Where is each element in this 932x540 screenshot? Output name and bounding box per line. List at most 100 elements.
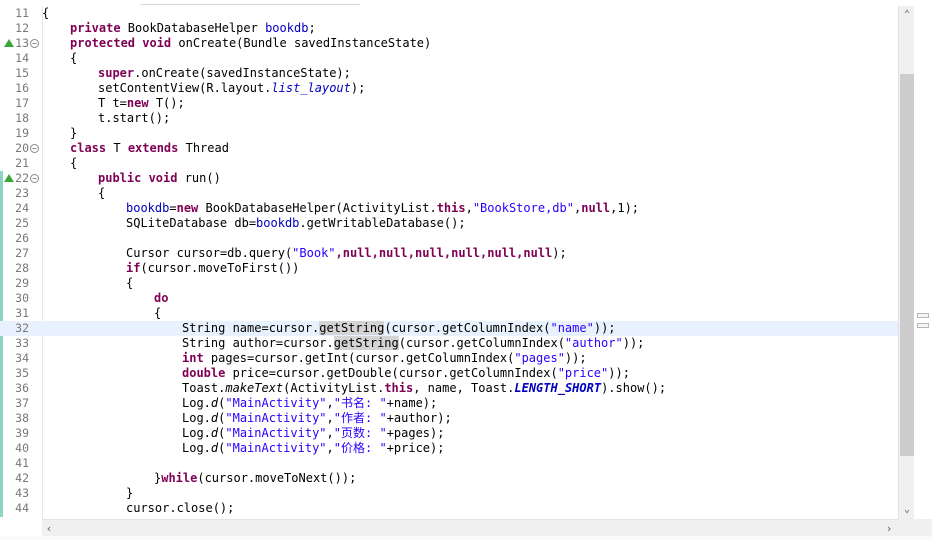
code-editor[interactable]: 11 { 12 private BookDatabaseHelper bookd…: [0, 0, 932, 540]
code-line-35[interactable]: 35 double price=cursor.getDouble(cursor.…: [0, 366, 898, 381]
code-line-19[interactable]: 19 }: [0, 126, 898, 141]
fold-collapse-icon[interactable]: [30, 174, 39, 183]
code-text: ));: [608, 366, 630, 380]
line-number: 33: [15, 336, 29, 350]
vertical-scroll-thumb[interactable]: [900, 74, 914, 456]
code-line-42[interactable]: 42 }while(cursor.moveToNext());: [0, 471, 898, 486]
line-number: 27: [15, 246, 29, 260]
code-text: .onCreate(savedInstanceState);: [134, 66, 351, 80]
code-line-27[interactable]: 27 Cursor cursor=db.query("Book",null,nu…: [0, 246, 898, 261]
code-line-30[interactable]: 30 do: [0, 291, 898, 306]
code-line-15[interactable]: 15 super.onCreate(savedInstanceState);: [0, 66, 898, 81]
code-line-11[interactable]: 11 {: [0, 6, 898, 21]
code-line-18[interactable]: 18 t.start();: [0, 111, 898, 126]
code-line-38[interactable]: 38 Log.d("MainActivity","作者: "+author);: [0, 411, 898, 426]
tab-edge: [140, 0, 360, 5]
keyword: extends: [127, 141, 186, 155]
keyword: if: [126, 261, 141, 275]
line-number: 34: [15, 351, 29, 365]
code-text: +author);: [386, 411, 452, 425]
code-text: (cursor.getColumnIndex(: [398, 336, 565, 350]
line-number: 39: [15, 426, 29, 440]
code-line-21[interactable]: 21 {: [0, 156, 898, 171]
code-line-24[interactable]: 24 bookdb=new BookDatabaseHelper(Activit…: [0, 201, 898, 216]
code-line-31[interactable]: 31 {: [0, 306, 898, 321]
override-arrow-icon[interactable]: [4, 39, 14, 47]
code-line-22[interactable]: 22 public void run(): [0, 171, 898, 186]
scroll-up-icon[interactable]: ⌃: [900, 8, 914, 22]
line-number: 12: [15, 21, 29, 35]
line-number: 20: [15, 141, 29, 155]
line-number: 37: [15, 396, 29, 410]
code-line-26[interactable]: 26: [0, 231, 898, 246]
code-text: ,: [465, 201, 473, 215]
occurrence-highlight: getString: [333, 336, 399, 350]
code-line-33[interactable]: 33 String author=cursor.getString(cursor…: [0, 336, 898, 351]
overview-ruler[interactable]: [914, 6, 932, 519]
line-number: 31: [15, 306, 29, 320]
code-text: T t=: [98, 96, 127, 110]
keyword: private: [70, 21, 128, 35]
code-line-44[interactable]: 44 cursor.close();: [0, 501, 898, 516]
occurrence-mark-icon[interactable]: [917, 313, 929, 318]
string-literal: "作者: ": [333, 411, 387, 425]
string-literal: "author": [564, 336, 623, 350]
code-line-16[interactable]: 16 setContentView(R.layout.list_layout);: [0, 81, 898, 96]
scroll-right-icon[interactable]: ›: [882, 522, 896, 536]
code-text: Thread: [185, 141, 229, 155]
code-line-40[interactable]: 40 Log.d("MainActivity","价格: "+price);: [0, 441, 898, 456]
line-number: 44: [15, 501, 29, 515]
code-text: {: [42, 6, 50, 20]
keyword: new: [126, 96, 156, 110]
code-line-13[interactable]: 13 protected void onCreate(Bundle savedI…: [0, 36, 898, 51]
static-method: makeText: [225, 381, 284, 395]
keyword: class: [70, 141, 114, 155]
code-text: {: [126, 276, 134, 290]
code-line-14[interactable]: 14 {: [0, 51, 898, 66]
code-line-32-current[interactable]: 32 String name=cursor.getString(cursor.g…: [0, 321, 898, 336]
code-line-17[interactable]: 17 T t=new T();: [0, 96, 898, 111]
code-line-23[interactable]: 23 {: [0, 186, 898, 201]
string-literal: "MainActivity": [225, 396, 327, 410]
code-line-39[interactable]: 39 Log.d("MainActivity","页数: "+pages);: [0, 426, 898, 441]
code-line-34[interactable]: 34 int pages=cursor.getInt(cursor.getCol…: [0, 351, 898, 366]
code-line-29[interactable]: 29 {: [0, 276, 898, 291]
code-text: =: [169, 201, 177, 215]
override-arrow-icon[interactable]: [4, 174, 14, 182]
code-text: price=cursor.getDouble(cursor.getColumnI…: [232, 366, 558, 380]
code-text: Log.: [182, 441, 211, 455]
code-line-37[interactable]: 37 Log.d("MainActivity","书名: "+name);: [0, 396, 898, 411]
line-number: 35: [15, 366, 29, 380]
code-text: {: [70, 156, 78, 170]
string-literal: "BookStore,db": [472, 201, 574, 215]
vertical-scrollbar[interactable]: ⌃ ⌄: [898, 6, 915, 519]
code-text: (cursor.moveToNext());: [197, 471, 357, 485]
editor-bottom-strip: [0, 536, 932, 540]
line-number: 26: [15, 231, 29, 245]
code-line-20[interactable]: 20 class T extends Thread: [0, 141, 898, 156]
line-number: 41: [15, 456, 29, 470]
keyword: super: [98, 66, 135, 80]
code-line-43[interactable]: 43 }: [0, 486, 898, 501]
horizontal-scrollbar[interactable]: ‹ ›: [42, 519, 898, 537]
code-text: .getWritableDatabase();: [299, 216, 466, 230]
keyword: double: [182, 366, 233, 380]
fold-collapse-icon[interactable]: [30, 144, 39, 153]
keyword: this: [384, 381, 414, 395]
line-number: 38: [15, 411, 29, 425]
code-text: (cursor.moveToFirst()): [140, 261, 300, 275]
line-number: 18: [15, 111, 29, 125]
code-line-28[interactable]: 28 if(cursor.moveToFirst()): [0, 261, 898, 276]
code-text: ;: [308, 21, 316, 35]
occurrence-mark-icon[interactable]: [917, 323, 929, 328]
code-line-12[interactable]: 12 private BookDatabaseHelper bookdb;: [0, 21, 898, 36]
scroll-down-icon[interactable]: ⌄: [900, 503, 914, 517]
line-number: 43: [15, 486, 29, 500]
scroll-left-icon[interactable]: ‹: [42, 522, 56, 536]
code-line-25[interactable]: 25 SQLiteDatabase db=bookdb.getWritableD…: [0, 216, 898, 231]
code-line-36[interactable]: 36 Toast.makeText(ActivityList.this, nam…: [0, 381, 898, 396]
code-line-41[interactable]: 41: [0, 456, 898, 471]
fold-collapse-icon[interactable]: [30, 39, 39, 48]
line-number: 40: [15, 441, 29, 455]
field-ref: bookdb: [265, 21, 309, 35]
